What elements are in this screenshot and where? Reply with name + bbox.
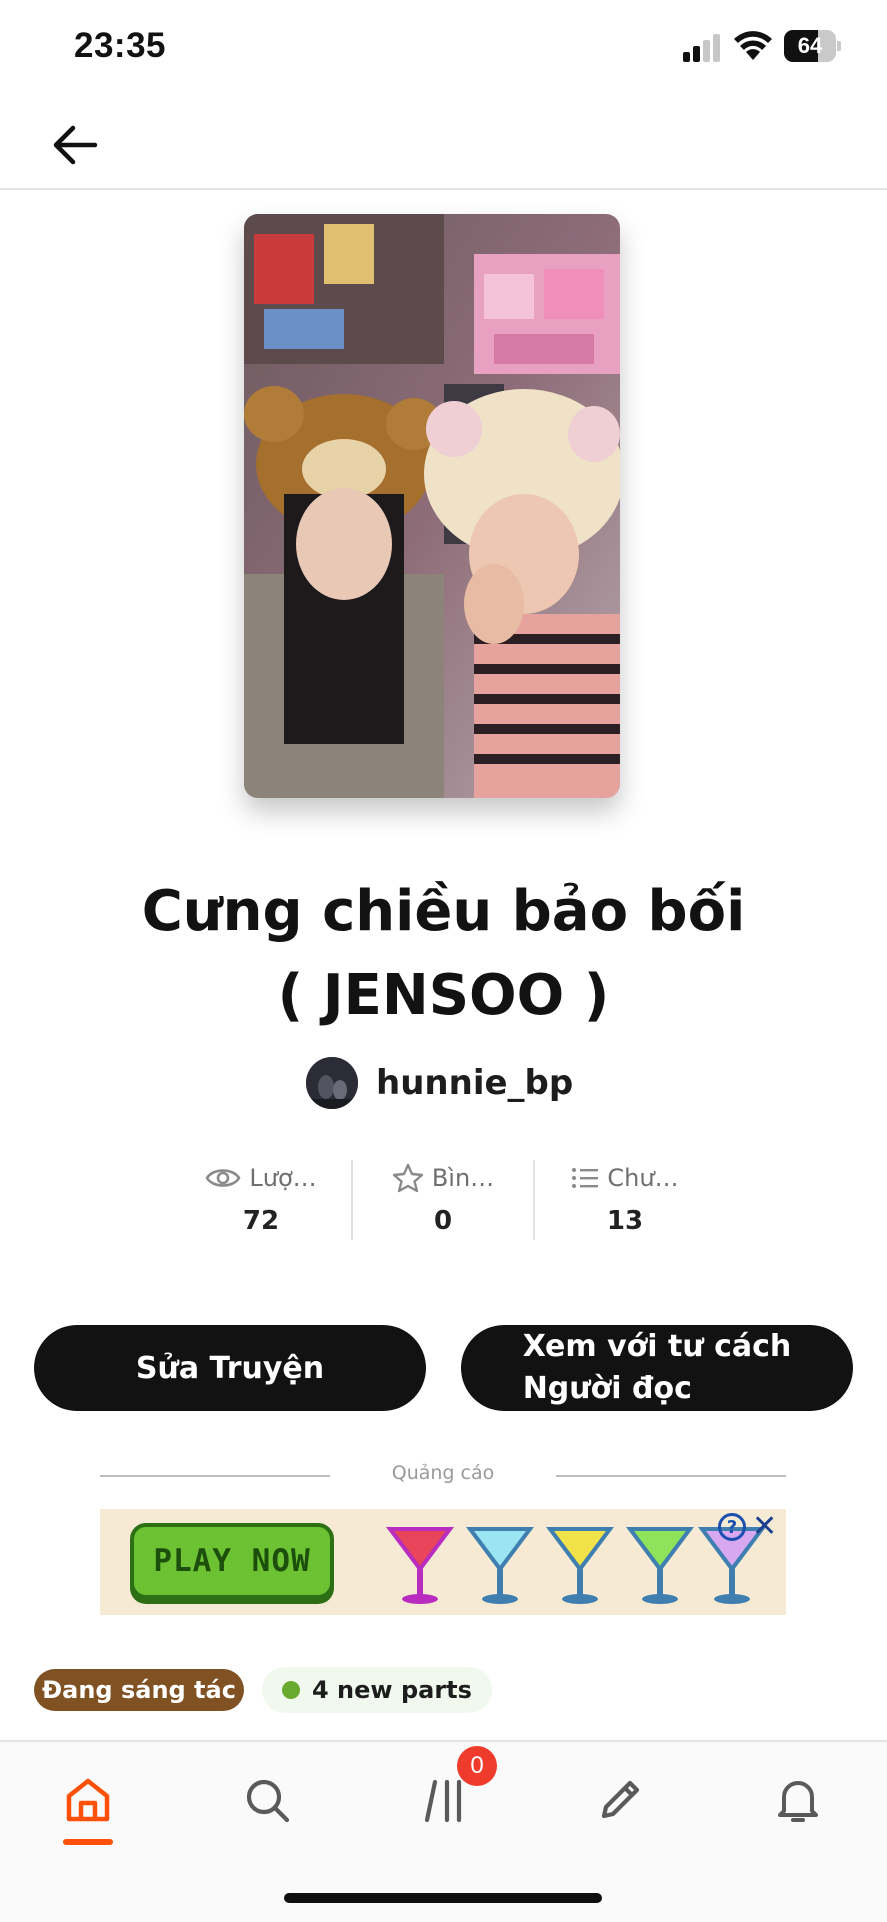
stat-reads-value: 72 [242, 1206, 280, 1236]
ad-label: Quảng cáo [391, 1462, 495, 1484]
bell-icon [778, 1781, 818, 1822]
stat-parts-label: Chư… [607, 1164, 679, 1192]
stat-parts-value: 13 [606, 1206, 644, 1236]
stat-votes-value: 0 [433, 1206, 453, 1236]
library-icon [424, 1779, 462, 1823]
story-title-line-1: Cưng chiều bảo bối [141, 879, 746, 944]
active-tab-indicator [63, 1839, 113, 1845]
author-link[interactable]: hunnie_bp [306, 1056, 573, 1110]
header-divider [0, 188, 887, 190]
nav-notifications[interactable] [753, 1760, 843, 1840]
battery-icon: 64 [784, 30, 842, 62]
nav-home[interactable] [43, 1760, 133, 1840]
home-icon [66, 1778, 110, 1822]
stat-reads: Lượ… 72 [170, 1158, 352, 1236]
stat-parts: Chư… 13 [534, 1158, 716, 1236]
nav-write[interactable] [575, 1760, 665, 1840]
view-as-reader-label-line-1: Xem với tư cách [522, 1329, 792, 1364]
ad-play-now-button[interactable]: PLAY NOW [130, 1523, 334, 1599]
ad-banner[interactable]: PLAY NOW ? ✕ [100, 1509, 786, 1615]
ad-divider-right [556, 1475, 786, 1477]
nav-search[interactable] [222, 1760, 312, 1840]
author-avatar [306, 1057, 358, 1109]
arrow-left-icon [53, 125, 98, 165]
edit-story-button[interactable]: Sửa Truyện [34, 1325, 426, 1411]
ad-close-icon[interactable]: ✕ [752, 1509, 777, 1544]
new-parts-label: 4 new parts [312, 1676, 472, 1704]
pencil-icon [601, 1780, 640, 1819]
view-as-reader-button[interactable]: Xem với tư cách Người đọc [461, 1325, 853, 1411]
story-title: Cưng chiều bảo bối ( JENSOO ) [60, 870, 827, 1038]
green-dot-icon [282, 1681, 300, 1699]
wifi-icon [734, 31, 772, 60]
status-time: 23:35 [74, 26, 167, 65]
view-as-reader-label-line-2: Người đọc [522, 1371, 692, 1406]
eye-icon [205, 1169, 241, 1187]
cellular-signal-icon [683, 34, 720, 62]
stat-votes-label: Bìn… [431, 1164, 495, 1192]
battery-level: 64 [797, 33, 823, 58]
list-icon [572, 1168, 599, 1188]
story-title-line-2: ( JENSOO ) [277, 963, 610, 1028]
star-icon [392, 1163, 424, 1193]
home-indicator [284, 1893, 602, 1903]
story-cover-image[interactable] [244, 214, 620, 798]
ad-divider-left [100, 1475, 330, 1477]
stat-reads-label: Lượ… [249, 1164, 317, 1192]
author-name: hunnie_bp [376, 1063, 574, 1103]
ad-info-icon[interactable]: ? [718, 1513, 746, 1541]
library-badge: 0 [457, 1746, 497, 1786]
search-icon [246, 1779, 290, 1823]
stat-votes: Bìn… 0 [352, 1158, 534, 1236]
back-button[interactable] [40, 110, 110, 180]
story-status-badge: Đang sáng tác [34, 1669, 244, 1711]
new-parts-badge: 4 new parts [262, 1667, 492, 1713]
